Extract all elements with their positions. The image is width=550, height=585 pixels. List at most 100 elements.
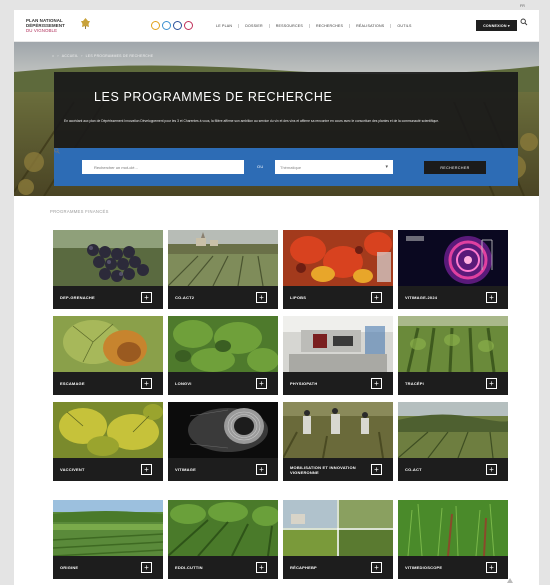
program-card-title: ESCAMAGE — [60, 381, 85, 386]
theme-select[interactable]: Thématique ▾ — [275, 160, 393, 174]
program-card-footer: RÉCAPHEBP + — [283, 556, 393, 579]
program-card[interactable]: LONGVI + — [168, 316, 278, 395]
nav-item-ressources[interactable]: RESSOURCES — [268, 24, 309, 28]
site-logo[interactable]: PLAN NATIONAL DÉPÉRISSEMENT DU VIGNOBLE — [26, 18, 193, 38]
partner-circle-icon — [173, 21, 182, 30]
connect-button[interactable]: CONNEXION ▾ — [476, 20, 517, 31]
program-card[interactable]: PHYSIOPATH + — [283, 316, 393, 395]
program-image — [168, 230, 278, 286]
program-card[interactable]: DEP-GRENACHE + — [53, 230, 163, 309]
breadcrumb-home[interactable]: ACCUEIL — [62, 54, 79, 58]
partner-circle-icon — [184, 21, 193, 30]
program-image — [398, 316, 508, 372]
program-image — [283, 230, 393, 286]
programs-section: PROGRAMMES FINANCÉS DEP-GRENACHE + CO-AC… — [14, 196, 539, 585]
program-card-title: VITIMAGE — [175, 467, 196, 472]
program-card[interactable]: VACCIVENT + — [53, 402, 163, 481]
program-card[interactable]: ESCAMAGE + — [53, 316, 163, 395]
plus-icon[interactable]: + — [371, 292, 382, 303]
program-card-title: ORIGINE — [60, 565, 79, 570]
program-card[interactable]: MOBILISATION ET INNOVATION VIGNERONNE + — [283, 402, 393, 481]
partner-circle-icon — [151, 21, 160, 30]
scroll-up-icon[interactable] — [507, 578, 513, 583]
or-separator: OU — [257, 164, 264, 169]
nav-item-dossier[interactable]: DOSSIER — [238, 24, 269, 28]
program-card[interactable]: VITIMAGE + — [168, 402, 278, 481]
plus-icon[interactable]: + — [256, 292, 267, 303]
partner-logos — [151, 21, 193, 31]
plus-icon[interactable]: + — [256, 378, 267, 389]
program-card-footer: PHYSIOPATH + — [283, 372, 393, 395]
home-icon[interactable]: ⌂ — [52, 54, 54, 58]
program-card[interactable]: RÉCAPHEBP + — [283, 500, 393, 579]
section-title: PROGRAMMES FINANCÉS — [50, 209, 109, 214]
hero-intro-panel: LES PROGRAMMES DE RECHERCHE En accédant … — [54, 72, 518, 148]
search-icon — [54, 148, 60, 154]
program-card-title: DEP-GRENACHE — [60, 295, 95, 300]
program-card-title: MOBILISATION ET INNOVATION VIGNERONNE — [290, 464, 356, 475]
program-card-footer: MOBILISATION ET INNOVATION VIGNERONNE + — [283, 458, 393, 481]
program-image — [53, 230, 163, 286]
logo-text: PLAN NATIONAL DÉPÉRISSEMENT DU VIGNOBLE — [26, 18, 65, 33]
plus-icon[interactable]: + — [486, 464, 497, 475]
plus-icon[interactable]: + — [371, 562, 382, 573]
plus-icon[interactable]: + — [371, 464, 382, 475]
program-card-title: CO-ACT — [405, 467, 422, 472]
grape-leaf-icon — [81, 18, 90, 29]
nav-item-realisations[interactable]: RÉALISATIONS — [349, 24, 390, 28]
program-card[interactable]: ORIGINE + — [53, 500, 163, 579]
program-card-footer: EDDI-CUTTIN + — [168, 556, 278, 579]
program-image — [53, 402, 163, 458]
intro-text: En accédant aux plan de Dépérissement In… — [64, 119, 440, 123]
breadcrumb-separator: › — [81, 54, 83, 58]
program-image — [398, 402, 508, 458]
program-card[interactable]: CO-ACT + — [398, 402, 508, 481]
site-header: PLAN NATIONAL DÉPÉRISSEMENT DU VIGNOBLE … — [14, 10, 539, 42]
nav-item-plan[interactable]: LE PLAN — [210, 24, 238, 28]
program-card-title: VACCIVENT — [60, 467, 85, 472]
program-card[interactable]: CO-ACT2 + — [168, 230, 278, 309]
search-button[interactable]: RECHERCHER — [424, 161, 486, 174]
plus-icon[interactable]: + — [141, 464, 152, 475]
program-image — [53, 316, 163, 372]
plus-icon[interactable]: + — [486, 378, 497, 389]
program-card[interactable]: VITIMAGE-2024 + — [398, 230, 508, 309]
plus-icon[interactable]: + — [141, 378, 152, 389]
plus-icon[interactable]: + — [141, 292, 152, 303]
plus-icon[interactable]: + — [371, 378, 382, 389]
theme-select-value: Thématique — [280, 164, 302, 170]
partner-circle-icon — [162, 21, 171, 30]
search-bar: OU Thématique ▾ RECHERCHER — [54, 148, 518, 186]
plus-icon[interactable]: + — [486, 562, 497, 573]
plus-icon[interactable]: + — [141, 562, 152, 573]
nav-item-recherches[interactable]: RECHERCHES — [308, 24, 349, 28]
program-card-footer: ORIGINE + — [53, 556, 163, 579]
program-image — [168, 316, 278, 372]
program-card-footer: LIPOBS + — [283, 286, 393, 309]
plus-icon[interactable]: + — [486, 292, 497, 303]
program-image — [283, 402, 393, 458]
keyword-search-input[interactable] — [82, 160, 244, 174]
program-card-title: TRACÉPI — [405, 381, 424, 386]
program-card-footer: ESCAMAGE + — [53, 372, 163, 395]
plus-icon[interactable]: + — [256, 464, 267, 475]
plus-icon[interactable]: + — [256, 562, 267, 573]
program-image — [398, 230, 508, 286]
program-card[interactable]: LIPOBS + — [283, 230, 393, 309]
program-card-footer: VITIMEDIOSCOPE + — [398, 556, 508, 579]
program-card[interactable]: EDDI-CUTTIN + — [168, 500, 278, 579]
program-card-footer: VITIMAGE-2024 + — [398, 286, 508, 309]
search-icon[interactable] — [520, 18, 528, 26]
program-card-footer: CO-ACT2 + — [168, 286, 278, 309]
program-card-title: EDDI-CUTTIN — [175, 565, 203, 570]
program-card[interactable]: VITIMEDIOSCOPE + — [398, 500, 508, 579]
nav-item-outils[interactable]: OUTILS — [390, 24, 417, 28]
program-card-title: LONGVI — [175, 381, 192, 386]
program-card-footer: VACCIVENT + — [53, 458, 163, 481]
language-switch[interactable]: FR — [520, 4, 525, 8]
program-card-title: LIPOBS — [290, 295, 307, 300]
breadcrumb-separator: › — [57, 54, 59, 58]
main-nav: LE PLAN DOSSIER RESSOURCES RECHERCHES RÉ… — [210, 22, 418, 30]
program-card[interactable]: TRACÉPI + — [398, 316, 508, 395]
program-card-title: VITIMAGE-2024 — [405, 295, 438, 300]
